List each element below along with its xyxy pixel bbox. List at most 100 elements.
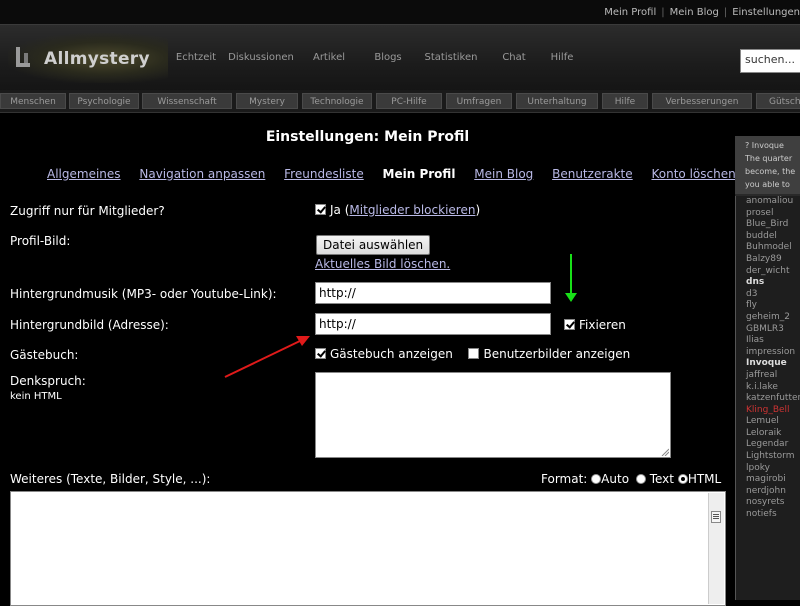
music-label: Hintergrundmusik (MP3- oder Youtube-Link… bbox=[10, 287, 277, 301]
sidebar-user[interactable]: fly bbox=[736, 300, 800, 312]
delete-image-link[interactable]: Aktuelles Bild löschen. bbox=[315, 257, 450, 271]
site-header: Allmystery Echtzeit Diskussionen Artikel… bbox=[0, 24, 800, 91]
more-label: Weiteres (Texte, Bilder, Style, ...): bbox=[10, 472, 211, 486]
sidebar-user[interactable]: lpoky bbox=[736, 463, 800, 475]
tab-allgemeines[interactable]: Allgemeines bbox=[47, 167, 121, 181]
sidebar-user[interactable]: nerdjohn bbox=[736, 486, 800, 498]
fix-control: Fixieren bbox=[564, 318, 626, 332]
format-label: Format: bbox=[541, 472, 588, 486]
sidebar-user[interactable]: Leloraik bbox=[736, 428, 800, 440]
sidebar-user[interactable]: Invoque bbox=[736, 358, 800, 370]
nav-diskussionen[interactable]: Diskussionen bbox=[224, 52, 298, 63]
format-html-label: HTML bbox=[687, 472, 722, 486]
profile-image-label: Profil-Bild: bbox=[10, 234, 71, 248]
scrollbar[interactable] bbox=[708, 493, 724, 604]
scroll-thumb[interactable] bbox=[711, 511, 721, 523]
sidebar-user[interactable]: Lemuel bbox=[736, 416, 800, 428]
sidebar-user[interactable]: anomaliou bbox=[736, 196, 800, 208]
sidebar-user[interactable]: prosel bbox=[736, 208, 800, 220]
more-textarea[interactable] bbox=[10, 491, 726, 606]
sidebar-user[interactable]: jaffreal bbox=[736, 370, 800, 382]
format-html-radio[interactable] bbox=[677, 474, 688, 484]
sidebar-user[interactable]: Blue_Bird bbox=[736, 219, 800, 231]
category-tab[interactable]: Technologie bbox=[302, 93, 372, 109]
category-tab[interactable]: Unterhaltung bbox=[516, 93, 598, 109]
my-profile-link[interactable]: Mein Profil bbox=[604, 7, 656, 18]
members-only-checkbox[interactable] bbox=[315, 204, 326, 215]
sidebar-user[interactable]: geheim_2 bbox=[736, 312, 800, 324]
sidebar-user[interactable]: GBMLR3 bbox=[736, 324, 800, 336]
tab-mein-blog[interactable]: Mein Blog bbox=[474, 167, 533, 181]
user-images-checkbox[interactable] bbox=[468, 348, 480, 359]
sidebar-user[interactable]: impression bbox=[736, 347, 800, 359]
background-url-input[interactable]: http:// bbox=[315, 313, 551, 335]
category-tab[interactable]: Umfragen bbox=[446, 93, 512, 109]
online-users-sidebar: ? Invoque The quarter become, the you ab… bbox=[735, 136, 800, 600]
tab-mein-profil[interactable]: Mein Profil bbox=[383, 167, 456, 181]
sidebar-user[interactable]: Ilias bbox=[736, 335, 800, 347]
category-tab[interactable]: Psychologie bbox=[69, 93, 139, 109]
format-selector: Format: Auto Text HTML bbox=[541, 472, 721, 486]
nav-statistiken[interactable]: Statistiken bbox=[416, 52, 486, 63]
choose-file-button[interactable]: Datei auswählen bbox=[316, 235, 431, 255]
no-html-note: kein HTML bbox=[10, 391, 62, 402]
members-only-control: Ja (Mitglieder blockieren) bbox=[315, 203, 480, 217]
category-tab[interactable]: Hilfe bbox=[602, 93, 648, 109]
guestbook-show-label: Gästebuch anzeigen bbox=[330, 347, 453, 361]
guestbook-controls: Gästebuch anzeigen Benutzerbilder anzeig… bbox=[315, 347, 630, 361]
tab-navigation[interactable]: Navigation anpassen bbox=[139, 167, 265, 181]
nav-echtzeit[interactable]: Echtzeit bbox=[168, 52, 224, 63]
sidebar-user[interactable]: Buhmodel bbox=[736, 242, 800, 254]
format-auto-label: Auto bbox=[601, 472, 630, 486]
sidebar-user[interactable]: Legendar bbox=[736, 439, 800, 451]
sidebar-user[interactable]: magirobi bbox=[736, 474, 800, 486]
tab-freundesliste[interactable]: Freundesliste bbox=[284, 167, 364, 181]
sidebar-user[interactable]: buddel bbox=[736, 231, 800, 243]
format-auto-radio[interactable] bbox=[591, 474, 602, 484]
sidebar-user[interactable]: Lightstorm bbox=[736, 451, 800, 463]
nav-chat[interactable]: Chat bbox=[486, 52, 542, 63]
my-blog-link[interactable]: Mein Blog bbox=[670, 7, 719, 18]
tab-konto-loeschen[interactable]: Konto löschen bbox=[651, 167, 735, 181]
main-nav: Echtzeit Diskussionen Artikel Blogs Stat… bbox=[168, 52, 582, 63]
tab-benutzerakte[interactable]: Benutzerakte bbox=[552, 167, 633, 181]
sidebar-user[interactable]: nosyrets bbox=[736, 497, 800, 509]
members-only-option: Ja bbox=[330, 203, 341, 217]
resize-grip-icon bbox=[661, 448, 669, 456]
music-url-input[interactable]: http:// bbox=[315, 282, 551, 304]
logo-icon bbox=[16, 47, 30, 67]
category-tab[interactable]: Menschen bbox=[0, 93, 66, 109]
sidebar-header-line: The quarter bbox=[745, 154, 793, 163]
guestbook-show-checkbox[interactable] bbox=[315, 348, 326, 359]
user-images-label: Benutzerbilder anzeigen bbox=[483, 347, 631, 361]
fix-checkbox[interactable] bbox=[564, 319, 575, 330]
nav-blogs[interactable]: Blogs bbox=[360, 52, 416, 63]
sidebar-user[interactable]: katzenfutter bbox=[736, 393, 800, 405]
paren-close: ) bbox=[475, 203, 481, 217]
category-tab[interactable]: Verbesserungen bbox=[652, 93, 752, 109]
sidebar-user[interactable]: der_wicht bbox=[736, 266, 800, 278]
category-tab[interactable]: Mystery bbox=[236, 93, 298, 109]
format-text-radio[interactable] bbox=[635, 474, 646, 484]
user-links: Mein Profil | Mein Blog | Einstellungen bbox=[604, 7, 800, 18]
sidebar-user[interactable]: Balzy89 bbox=[736, 254, 800, 266]
category-tab[interactable]: PC-Hilfe bbox=[376, 93, 442, 109]
format-text-label: Text bbox=[649, 472, 674, 486]
search-input[interactable]: suchen... bbox=[740, 49, 800, 73]
guestbook-label: Gästebuch: bbox=[10, 348, 79, 362]
nav-artikel[interactable]: Artikel bbox=[298, 52, 360, 63]
sidebar-user[interactable]: dns bbox=[736, 277, 800, 289]
sidebar-header-line: you able to bbox=[745, 180, 790, 189]
sidebar-user[interactable]: d3 bbox=[736, 289, 800, 301]
category-tab[interactable]: Gütschi bbox=[756, 93, 800, 109]
site-logo[interactable]: Allmystery bbox=[8, 33, 168, 83]
sidebar-user[interactable]: notiefs bbox=[736, 509, 800, 521]
nav-hilfe[interactable]: Hilfe bbox=[542, 52, 582, 63]
block-members-link[interactable]: Mitglieder blockieren bbox=[349, 203, 475, 217]
background-label: Hintergrundbild (Adresse): bbox=[10, 318, 169, 332]
sidebar-user[interactable]: k.i.lake bbox=[736, 382, 800, 394]
settings-link[interactable]: Einstellungen bbox=[732, 7, 800, 18]
motto-textarea[interactable] bbox=[315, 372, 671, 458]
category-tab[interactable]: Wissenschaft bbox=[142, 93, 232, 109]
sidebar-user[interactable]: Kling_Bell bbox=[736, 405, 800, 417]
